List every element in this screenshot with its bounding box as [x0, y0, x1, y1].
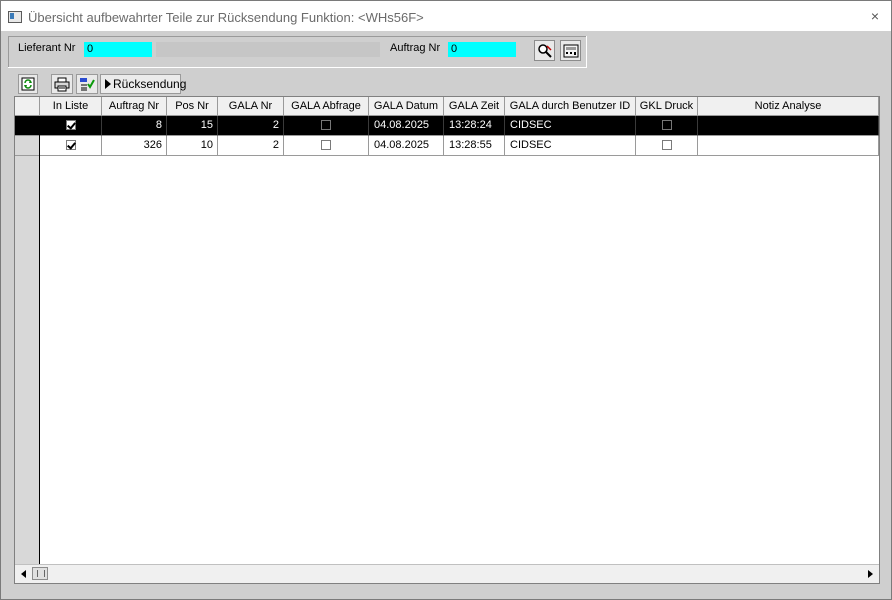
- cell-notiz-analyse: [698, 136, 879, 156]
- grid-corner: [15, 97, 40, 116]
- auftrag-input[interactable]: 0: [448, 42, 516, 57]
- checkbox[interactable]: [65, 140, 76, 151]
- column-header-gala-abfrage[interactable]: GALA Abfrage: [284, 97, 369, 116]
- cell-gala-zeit: 13:28:55: [444, 136, 505, 156]
- cell-gala-abfrage: [284, 136, 369, 156]
- cell-gala-abfrage: [284, 116, 369, 136]
- scroll-thumb[interactable]: [32, 567, 48, 580]
- close-icon[interactable]: ×: [871, 8, 879, 24]
- ok-check-icon: [80, 78, 95, 91]
- lieferant-name-field: [156, 42, 380, 57]
- ruecksendung-button[interactable]: Rücksendung: [100, 74, 186, 94]
- cell-pos-nr: 15: [167, 116, 218, 136]
- lieferant-label: Lieferant Nr: [18, 42, 76, 54]
- ruecksendung-label: Rücksendung: [113, 77, 187, 91]
- column-header-gala-nr[interactable]: GALA Nr: [218, 97, 284, 116]
- column-header-gala-zeit[interactable]: GALA Zeit: [444, 97, 505, 116]
- horizontal-scrollbar[interactable]: [15, 564, 879, 583]
- scroll-right-icon[interactable]: [868, 570, 873, 578]
- cell-gkl-druck: [636, 116, 698, 136]
- checkbox[interactable]: [321, 120, 331, 131]
- cell-in-liste: [40, 136, 102, 156]
- cell-pos-nr: 10: [167, 136, 218, 156]
- printer-icon: [54, 77, 70, 92]
- refresh-button[interactable]: [18, 74, 38, 94]
- main-window: Übersicht aufbewahrter Teile zur Rücksen…: [0, 0, 892, 600]
- cell-gala-datum: 04.08.2025: [369, 116, 444, 136]
- search-icon: [538, 44, 552, 58]
- ok-check-button[interactable]: [76, 74, 98, 94]
- cell-notiz-analyse: [698, 116, 879, 136]
- column-header-benutzer-id[interactable]: GALA durch Benutzer ID: [505, 97, 636, 116]
- data-grid: In Liste Auftrag Nr Pos Nr GALA Nr GALA Abfr…: [14, 96, 880, 584]
- refresh-icon: [21, 77, 35, 91]
- scroll-left-icon[interactable]: [21, 570, 26, 578]
- cell-auftrag-nr: 8: [102, 116, 167, 136]
- print-button[interactable]: [51, 74, 73, 94]
- cell-in-liste: [40, 116, 102, 136]
- cell-gkl-druck: [636, 136, 698, 156]
- search-button[interactable]: [534, 40, 555, 61]
- column-header-in-liste[interactable]: In Liste: [40, 97, 102, 116]
- window-title: Übersicht aufbewahrter Teile zur Rücksen…: [28, 10, 424, 25]
- checkbox[interactable]: [321, 140, 331, 151]
- calculator-icon: [563, 44, 579, 58]
- checkbox[interactable]: [661, 140, 672, 151]
- checkbox[interactable]: [661, 120, 672, 131]
- column-header-gala-datum[interactable]: GALA Datum: [369, 97, 444, 116]
- title-bar: Übersicht aufbewahrter Teile zur Rücksen…: [1, 1, 891, 31]
- cell-gala-nr: 2: [218, 116, 284, 136]
- row-header-column: [15, 97, 40, 565]
- lieferant-input[interactable]: 0: [84, 42, 152, 57]
- cell-benutzer-id: CIDSEC: [505, 116, 636, 136]
- cell-gala-nr: 2: [218, 136, 284, 156]
- column-header-gkl-druck[interactable]: GKL Druck: [636, 97, 698, 116]
- column-header-auftrag-nr[interactable]: Auftrag Nr: [102, 97, 167, 116]
- content-frame: Lieferant Nr 0 Auftrag Nr 0 Rücksendung …: [4, 32, 888, 597]
- cell-gala-datum: 04.08.2025: [369, 136, 444, 156]
- auftrag-label: Auftrag Nr: [390, 42, 441, 54]
- checkbox[interactable]: [65, 120, 76, 131]
- cell-auftrag-nr: 326: [102, 136, 167, 156]
- cell-benutzer-id: CIDSEC: [505, 136, 636, 156]
- calculator-button[interactable]: [560, 40, 581, 61]
- window-icon: [8, 11, 22, 23]
- column-header-pos-nr[interactable]: Pos Nr: [167, 97, 218, 116]
- row-selector[interactable]: [15, 136, 39, 156]
- column-header-notiz-analyse[interactable]: Notiz Analyse: [698, 97, 879, 116]
- row-selector[interactable]: [15, 116, 39, 136]
- cell-gala-zeit: 13:28:24: [444, 116, 505, 136]
- play-icon: [105, 79, 111, 89]
